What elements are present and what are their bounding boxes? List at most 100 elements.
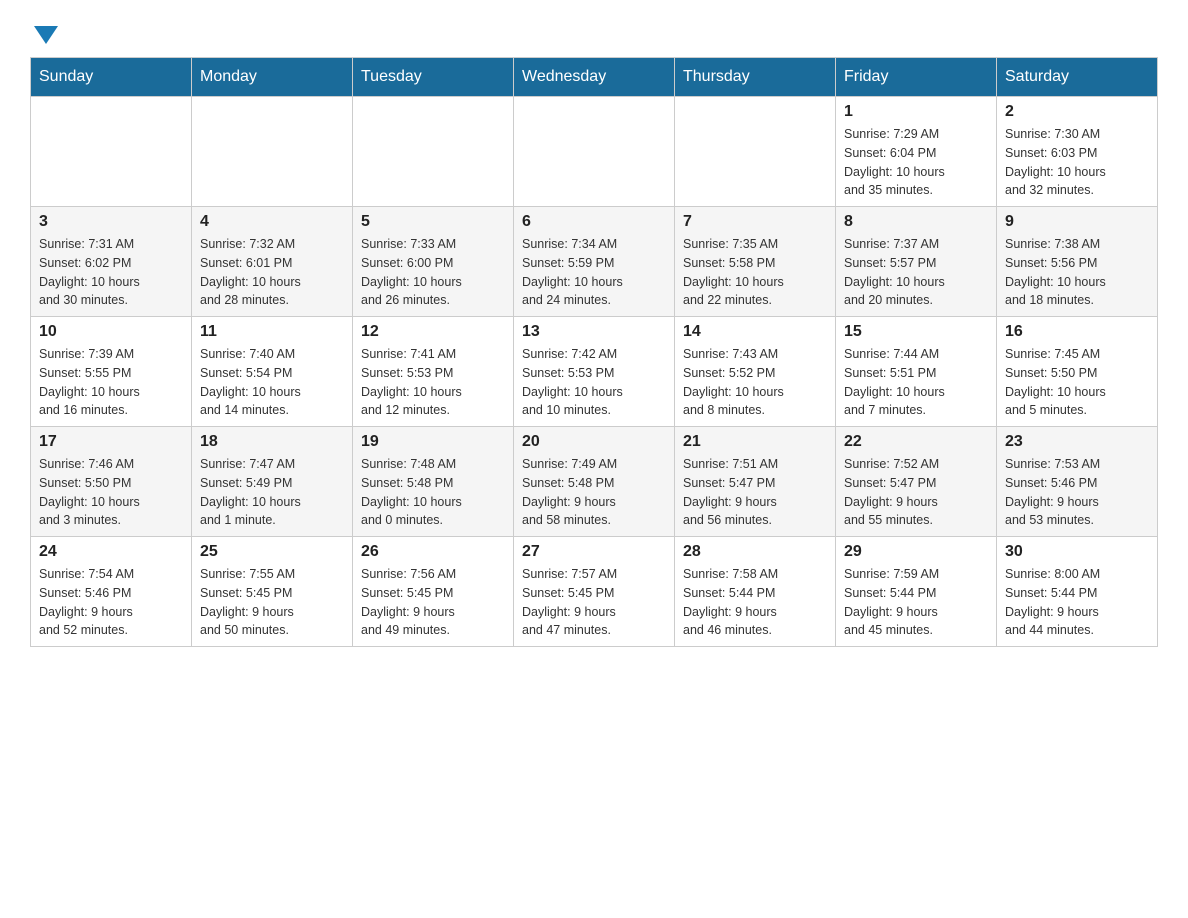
day-number: 4 [200, 213, 344, 231]
day-number: 28 [683, 543, 827, 561]
day-number: 30 [1005, 543, 1149, 561]
logo [30, 20, 58, 42]
calendar-cell: 20 Sunrise: 7:49 AMSunset: 5:48 PMDayligh… [514, 427, 675, 537]
day-number: 9 [1005, 213, 1149, 231]
day-info: Sunrise: 7:39 AMSunset: 5:55 PMDaylight:… [39, 345, 183, 420]
calendar-cell: 14 Sunrise: 7:43 AMSunset: 5:52 PMDayligh… [675, 317, 836, 427]
day-info: Sunrise: 7:59 AMSunset: 5:44 PMDaylight:… [844, 565, 988, 640]
page-header [30, 20, 1158, 42]
calendar-cell [192, 97, 353, 207]
calendar-cell: 28 Sunrise: 7:58 AMSunset: 5:44 PMDayligh… [675, 537, 836, 647]
calendar-cell: 7 Sunrise: 7:35 AMSunset: 5:58 PMDaylight… [675, 207, 836, 317]
day-number: 16 [1005, 323, 1149, 341]
calendar-cell: 27Sunrise: 7:57 AMSunset: 5:45 PMDayligh… [514, 537, 675, 647]
day-number: 7 [683, 213, 827, 231]
day-info: Sunrise: 7:35 AMSunset: 5:58 PMDaylight:… [683, 235, 827, 310]
calendar-cell: 10 Sunrise: 7:39 AMSunset: 5:55 PMDayligh… [31, 317, 192, 427]
day-info: Sunrise: 7:33 AMSunset: 6:00 PMDaylight:… [361, 235, 505, 310]
day-info: Sunrise: 7:40 AMSunset: 5:54 PMDaylight:… [200, 345, 344, 420]
calendar-cell: 11 Sunrise: 7:40 AMSunset: 5:54 PMDayligh… [192, 317, 353, 427]
calendar-cell: 1 Sunrise: 7:29 AMSunset: 6:04 PMDaylight… [836, 97, 997, 207]
calendar-cell: 12 Sunrise: 7:41 AMSunset: 5:53 PMDayligh… [353, 317, 514, 427]
day-number: 5 [361, 213, 505, 231]
day-number: 11 [200, 323, 344, 341]
day-number: 19 [361, 433, 505, 451]
calendar-row: 17Sunrise: 7:46 AMSunset: 5:50 PMDayligh… [31, 427, 1158, 537]
day-info: Sunrise: 7:46 AMSunset: 5:50 PMDaylight:… [39, 455, 183, 530]
calendar-cell [675, 97, 836, 207]
calendar-cell [514, 97, 675, 207]
day-info: Sunrise: 7:43 AMSunset: 5:52 PMDaylight:… [683, 345, 827, 420]
day-number: 12 [361, 323, 505, 341]
day-number: 1 [844, 103, 988, 121]
calendar-row: 1 Sunrise: 7:29 AMSunset: 6:04 PMDaylight… [31, 97, 1158, 207]
day-info: Sunrise: 8:00 AMSunset: 5:44 PMDaylight:… [1005, 565, 1149, 640]
calendar-cell: 8 Sunrise: 7:37 AMSunset: 5:57 PMDaylight… [836, 207, 997, 317]
day-info: Sunrise: 7:53 AMSunset: 5:46 PMDaylight:… [1005, 455, 1149, 530]
day-info: Sunrise: 7:37 AMSunset: 5:57 PMDaylight:… [844, 235, 988, 310]
calendar-cell [31, 97, 192, 207]
day-number: 8 [844, 213, 988, 231]
calendar-cell: 25 Sunrise: 7:55 AMSunset: 5:45 PMDayligh… [192, 537, 353, 647]
calendar-row: 10 Sunrise: 7:39 AMSunset: 5:55 PMDayligh… [31, 317, 1158, 427]
day-number: 20 [522, 433, 666, 451]
day-number: 15 [844, 323, 988, 341]
day-number: 3 [39, 213, 183, 231]
day-info: Sunrise: 7:29 AMSunset: 6:04 PMDaylight:… [844, 125, 988, 200]
day-info: Sunrise: 7:56 AMSunset: 5:45 PMDaylight:… [361, 565, 505, 640]
day-number: 13 [522, 323, 666, 341]
day-info: Sunrise: 7:55 AMSunset: 5:45 PMDaylight:… [200, 565, 344, 640]
day-number: 18 [200, 433, 344, 451]
day-info: Sunrise: 7:51 AMSunset: 5:47 PMDaylight:… [683, 455, 827, 530]
day-number: 10 [39, 323, 183, 341]
calendar-cell: 2 Sunrise: 7:30 AMSunset: 6:03 PMDaylight… [997, 97, 1158, 207]
calendar-cell: 15 Sunrise: 7:44 AMSunset: 5:51 PMDayligh… [836, 317, 997, 427]
day-number: 14 [683, 323, 827, 341]
weekday-header-thursday: Thursday [675, 58, 836, 97]
day-number: 27 [522, 543, 666, 561]
day-info: Sunrise: 7:41 AMSunset: 5:53 PMDaylight:… [361, 345, 505, 420]
day-number: 2 [1005, 103, 1149, 121]
calendar-row: 24 Sunrise: 7:54 AMSunset: 5:46 PMDayligh… [31, 537, 1158, 647]
calendar-cell: 24 Sunrise: 7:54 AMSunset: 5:46 PMDayligh… [31, 537, 192, 647]
day-number: 22 [844, 433, 988, 451]
weekday-header-monday: Monday [192, 58, 353, 97]
day-info: Sunrise: 7:44 AMSunset: 5:51 PMDaylight:… [844, 345, 988, 420]
day-number: 24 [39, 543, 183, 561]
calendar-row: 3 Sunrise: 7:31 AMSunset: 6:02 PMDaylight… [31, 207, 1158, 317]
calendar-cell: 5 Sunrise: 7:33 AMSunset: 6:00 PMDaylight… [353, 207, 514, 317]
day-info: Sunrise: 7:34 AMSunset: 5:59 PMDaylight:… [522, 235, 666, 310]
day-info: Sunrise: 7:54 AMSunset: 5:46 PMDaylight:… [39, 565, 183, 640]
calendar-cell: 3 Sunrise: 7:31 AMSunset: 6:02 PMDaylight… [31, 207, 192, 317]
weekday-header-tuesday: Tuesday [353, 58, 514, 97]
calendar-cell: 6 Sunrise: 7:34 AMSunset: 5:59 PMDaylight… [514, 207, 675, 317]
day-info: Sunrise: 7:58 AMSunset: 5:44 PMDaylight:… [683, 565, 827, 640]
day-info: Sunrise: 7:52 AMSunset: 5:47 PMDaylight:… [844, 455, 988, 530]
day-number: 6 [522, 213, 666, 231]
day-info: Sunrise: 7:42 AMSunset: 5:53 PMDaylight:… [522, 345, 666, 420]
calendar-cell: 29 Sunrise: 7:59 AMSunset: 5:44 PMDayligh… [836, 537, 997, 647]
calendar-header-row: SundayMondayTuesdayWednesdayThursdayFrid… [31, 58, 1158, 97]
day-number: 25 [200, 543, 344, 561]
calendar-cell: 26 Sunrise: 7:56 AMSunset: 5:45 PMDayligh… [353, 537, 514, 647]
calendar-cell: 17Sunrise: 7:46 AMSunset: 5:50 PMDayligh… [31, 427, 192, 537]
day-info: Sunrise: 7:31 AMSunset: 6:02 PMDaylight:… [39, 235, 183, 310]
calendar-cell: 30 Sunrise: 8:00 AMSunset: 5:44 PMDayligh… [997, 537, 1158, 647]
day-number: 26 [361, 543, 505, 561]
calendar-cell: 22 Sunrise: 7:52 AMSunset: 5:47 PMDayligh… [836, 427, 997, 537]
calendar-cell: 4 Sunrise: 7:32 AMSunset: 6:01 PMDaylight… [192, 207, 353, 317]
day-number: 29 [844, 543, 988, 561]
day-info: Sunrise: 7:45 AMSunset: 5:50 PMDaylight:… [1005, 345, 1149, 420]
day-info: Sunrise: 7:49 AMSunset: 5:48 PMDaylight:… [522, 455, 666, 530]
weekday-header-saturday: Saturday [997, 58, 1158, 97]
calendar-cell: 9Sunrise: 7:38 AMSunset: 5:56 PMDaylight… [997, 207, 1158, 317]
day-info: Sunrise: 7:32 AMSunset: 6:01 PMDaylight:… [200, 235, 344, 310]
day-info: Sunrise: 7:47 AMSunset: 5:49 PMDaylight:… [200, 455, 344, 530]
day-info: Sunrise: 7:30 AMSunset: 6:03 PMDaylight:… [1005, 125, 1149, 200]
calendar-cell: 18 Sunrise: 7:47 AMSunset: 5:49 PMDayligh… [192, 427, 353, 537]
logo-arrow-icon [34, 26, 58, 44]
calendar-cell: 13 Sunrise: 7:42 AMSunset: 5:53 PMDayligh… [514, 317, 675, 427]
calendar-table: SundayMondayTuesdayWednesdayThursdayFrid… [30, 57, 1158, 647]
calendar-cell: 16 Sunrise: 7:45 AMSunset: 5:50 PMDayligh… [997, 317, 1158, 427]
day-info: Sunrise: 7:48 AMSunset: 5:48 PMDaylight:… [361, 455, 505, 530]
